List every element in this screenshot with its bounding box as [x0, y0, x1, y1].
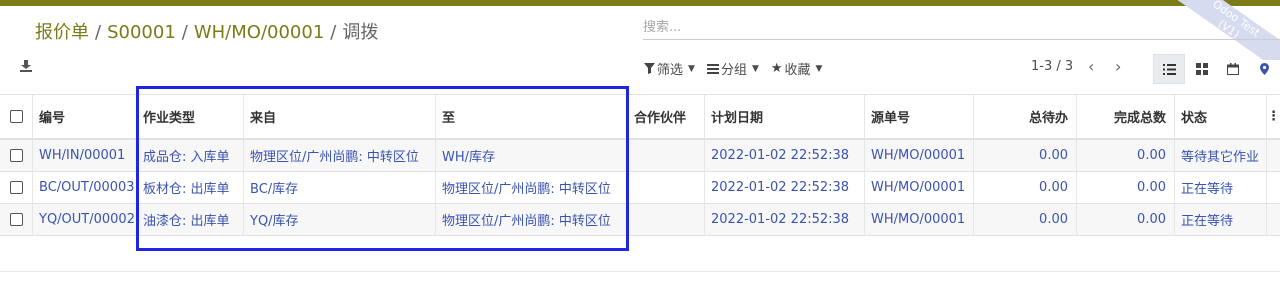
cell-source-document[interactable]: WH/MO/00001 [865, 172, 974, 203]
cell-reference[interactable]: BC/OUT/00003 [33, 172, 137, 203]
cell-from[interactable]: BC/库存 [244, 172, 436, 203]
divider [0, 271, 1280, 272]
caret-down-icon: ▼ [688, 63, 695, 74]
chevron-left-icon[interactable]: ‹ [1088, 57, 1094, 76]
cell-to[interactable]: 物理区位/广州尚鹏: 中转区位 [436, 172, 628, 203]
row-checkbox[interactable] [9, 213, 23, 226]
cell-spacer [1267, 204, 1280, 235]
table-row[interactable]: BC/OUT/00003 板材仓: 出库单 BC/库存 物理区位/广州尚鹏: 中… [0, 172, 1280, 204]
cell-total-done[interactable]: 0.00 [1077, 204, 1175, 235]
breadcrumb-item-quotation[interactable]: 报价单 [35, 22, 89, 43]
cell-scheduled-date[interactable]: 2022-01-02 22:52:38 [705, 204, 865, 235]
cell-partner[interactable] [628, 204, 705, 235]
cell-scheduled-date[interactable]: 2022-01-02 22:52:38 [705, 172, 865, 203]
row-checkbox[interactable] [9, 181, 23, 194]
search-input[interactable] [643, 16, 1280, 38]
cell-operation-type[interactable]: 油漆仓: 出库单 [137, 204, 244, 235]
breadcrumb-item-order[interactable]: S00001 [107, 22, 176, 43]
filter-icon [644, 63, 655, 74]
column-header-total-todo[interactable]: 总待办 [974, 95, 1077, 138]
group-by-dropdown[interactable]: 分组 ▼ [706, 59, 759, 78]
cell-source-document[interactable]: WH/MO/00001 [865, 204, 974, 235]
caret-down-icon: ▼ [751, 63, 759, 74]
cell-from[interactable]: YQ/库存 [244, 204, 436, 235]
chevron-right-icon[interactable]: › [1115, 57, 1121, 76]
map-view-button[interactable] [1248, 54, 1280, 84]
select-all-checkbox[interactable] [9, 110, 23, 123]
bars-icon [706, 64, 719, 74]
caret-down-icon: ▼ [815, 63, 823, 74]
column-header-from[interactable]: 来自 [244, 95, 436, 138]
breadcrumb: 报价单 / S00001/WH/MO/00001/调拨 [35, 18, 378, 44]
map-marker-icon [1259, 63, 1269, 75]
favorites-dropdown[interactable]: ★ 收藏 ▼ [771, 59, 823, 78]
cell-spacer [1267, 140, 1280, 171]
search-panel-controls: 筛选 ▼ 分组 ▼ ★ 收藏 ▼ [644, 59, 822, 78]
breadcrumb-item-mo[interactable]: WH/MO/00001 [194, 22, 324, 43]
group-by-label: 分组 [720, 63, 747, 78]
breadcrumb-separator: / [95, 22, 102, 43]
kanban-icon [1196, 63, 1208, 75]
column-header-reference[interactable]: 编号 [33, 95, 137, 138]
table-header-row: 编号 作业类型 来自 至 合作伙伴 计划日期 源单号 总待办 完成总数 状态 ⋮ [0, 94, 1280, 140]
breadcrumb-separator: / [181, 22, 188, 43]
cell-source-document[interactable]: WH/MO/00001 [865, 140, 974, 171]
breadcrumb-current: 调拨 [342, 22, 379, 43]
column-header-to[interactable]: 至 [436, 95, 628, 138]
cell-spacer [1267, 172, 1280, 203]
cell-to[interactable]: WH/库存 [436, 140, 628, 171]
table-row[interactable]: YQ/OUT/00002 油漆仓: 出库单 YQ/库存 物理区位/广州尚鹏: 中… [0, 204, 1280, 236]
cell-status[interactable]: 正在等待 [1175, 204, 1267, 235]
cell-total-done[interactable]: 0.00 [1077, 140, 1175, 171]
cell-operation-type[interactable]: 板材仓: 出库单 [137, 172, 244, 203]
column-header-operation-type[interactable]: 作业类型 [137, 95, 244, 138]
cell-partner[interactable] [628, 140, 705, 171]
search-bar [643, 16, 1280, 40]
pager-value[interactable]: 1-3 / 3 [1031, 59, 1073, 74]
top-brand-bar [0, 0, 1280, 6]
calendar-view-button[interactable] [1217, 54, 1249, 84]
breadcrumb-separator: / [330, 22, 337, 43]
cell-reference[interactable]: WH/IN/00001 [33, 140, 137, 171]
cell-from[interactable]: 物理区位/广州尚鹏: 中转区位 [244, 140, 436, 171]
column-header-status[interactable]: 状态 [1175, 95, 1267, 138]
cell-reference[interactable]: YQ/OUT/00002 [33, 204, 137, 235]
star-icon: ★ [770, 61, 783, 76]
cell-total-done[interactable]: 0.00 [1077, 172, 1175, 203]
row-checkbox[interactable] [9, 149, 23, 162]
download-icon[interactable] [19, 59, 33, 73]
calendar-icon [1227, 63, 1239, 75]
table-row[interactable]: WH/IN/00001 成品仓: 入库单 物理区位/广州尚鹏: 中转区位 WH/… [0, 140, 1280, 172]
cell-total-todo[interactable]: 0.00 [974, 140, 1077, 171]
cell-operation-type[interactable]: 成品仓: 入库单 [137, 140, 244, 171]
column-header-partner[interactable]: 合作伙伴 [628, 95, 705, 138]
row-select-cell[interactable] [0, 140, 33, 171]
filter-dropdown[interactable]: 筛选 ▼ [644, 59, 695, 78]
favorites-label: 收藏 [784, 63, 811, 78]
cell-status[interactable]: 正在等待 [1175, 172, 1267, 203]
select-all-cell[interactable] [0, 95, 33, 138]
cell-status[interactable]: 等待其它作业 [1175, 140, 1267, 171]
column-header-scheduled-date[interactable]: 计划日期 [705, 95, 865, 138]
column-header-total-done[interactable]: 完成总数 [1077, 95, 1175, 138]
list-icon [1162, 63, 1176, 75]
cell-to[interactable]: 物理区位/广州尚鹏: 中转区位 [436, 204, 628, 235]
filter-label: 筛选 [657, 63, 684, 78]
cell-scheduled-date[interactable]: 2022-01-02 22:52:38 [705, 140, 865, 171]
kanban-view-button[interactable] [1186, 54, 1218, 84]
row-select-cell[interactable] [0, 172, 33, 203]
row-select-cell[interactable] [0, 204, 33, 235]
optional-columns-icon[interactable]: ⋮ [1267, 95, 1280, 138]
cell-partner[interactable] [628, 172, 705, 203]
cell-total-todo[interactable]: 0.00 [974, 204, 1077, 235]
column-header-source-document[interactable]: 源单号 [865, 95, 974, 138]
cell-total-todo[interactable]: 0.00 [974, 172, 1077, 203]
list-view-button[interactable] [1153, 54, 1185, 84]
